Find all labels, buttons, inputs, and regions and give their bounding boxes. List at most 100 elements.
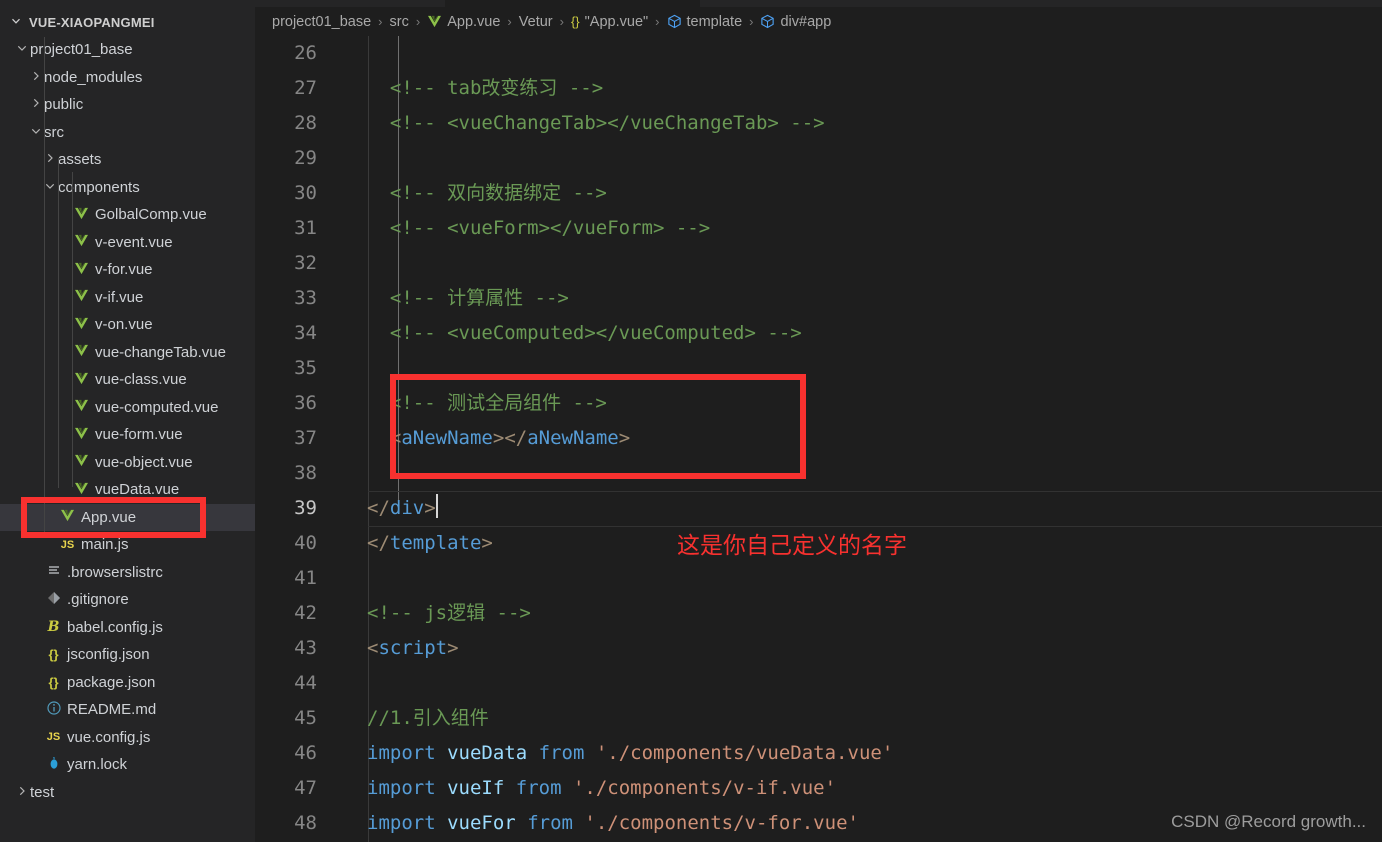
code-editor[interactable]: 26 27 <!-- tab改变练习 --> 28 <!-- <vueChangeT… [255, 36, 1382, 842]
chevron-down-icon [28, 125, 44, 140]
code-line: 37 <aNewName></aNewName> [255, 421, 1382, 456]
tree-item-public[interactable]: public [0, 91, 255, 119]
token-bracket: > [447, 637, 459, 659]
breadcrumb-item-template[interactable]: template [667, 14, 742, 30]
code-line: 30 <!-- 双向数据绑定 --> [255, 176, 1382, 211]
tree-item-label: babel.config.js [67, 618, 163, 636]
tree-item-project01-base[interactable]: project01_base [0, 36, 255, 64]
tree-item-vue-computed-vue[interactable]: vue-computed.vue [0, 394, 255, 422]
tree-item-vue-form-vue[interactable]: vue-form.vue [0, 421, 255, 449]
tree-item-label: yarn.lock [67, 756, 128, 774]
token-comment: <!-- <vueComputed></vueComputed> --> [389, 322, 802, 344]
token-comment: <!-- <vueChangeTab></vueChangeTab> --> [389, 112, 825, 134]
line-content: </div> [367, 491, 438, 526]
line-number: 48 [294, 812, 317, 834]
breadcrumb-item-label: project01_base [272, 13, 372, 30]
vue-icon [72, 427, 91, 443]
token-ident: vueFor [447, 812, 516, 834]
tree-item-label: v-if.vue [95, 288, 144, 306]
token-kw: from [538, 742, 585, 764]
breadcrumb-item-vetur[interactable]: Vetur [519, 14, 553, 30]
tree-item-package-json[interactable]: {} package.json [0, 669, 255, 697]
tab-app-vue[interactable] [445, 0, 700, 7]
code-line: 34 <!-- <vueComputed></vueComputed> --> [255, 316, 1382, 351]
json-icon: {} [48, 674, 59, 690]
tree-item-label: vueData.vue [95, 481, 180, 499]
tree-item-label: vue-object.vue [95, 453, 193, 471]
token-bracket: > [424, 497, 436, 519]
explorer-root-folder[interactable]: VUE-XIAOPANGMEI [0, 8, 255, 36]
breadcrumb-item-src[interactable]: src [390, 14, 409, 30]
tree-item-assets[interactable]: assets [0, 146, 255, 174]
explorer-sidebar: VUE-XIAOPANGMEI project01_base node_modul… [0, 0, 255, 842]
tree-item-label: main.js [81, 536, 129, 554]
tree-item-vue-changetab-vue[interactable]: vue-changeTab.vue [0, 339, 255, 367]
token-bracket: > [618, 427, 631, 449]
text-cursor [435, 494, 438, 518]
tree-item-label: vue-class.vue [95, 371, 187, 389]
tree-item-label: components [58, 178, 140, 196]
code-line: 46 import vueData from './components/vueD… [255, 736, 1382, 771]
vue-icon [72, 234, 91, 250]
line-number: 41 [294, 567, 317, 589]
token-bracket: </ [367, 497, 390, 519]
token-str: './components/vueData.vue' [595, 742, 894, 764]
code-line: 33 <!-- 计算属性 --> [255, 281, 1382, 316]
breadcrumb-item-div#app[interactable]: div#app [760, 14, 831, 30]
tree-item-vue-config-js[interactable]: JS vue.config.js [0, 724, 255, 752]
tree-item-browserslistrc[interactable]: .browserslistrc [0, 559, 255, 587]
tree-item-label: vue-changeTab.vue [95, 343, 226, 361]
tree-item-jsconfig-json[interactable]: {} jsconfig.json [0, 641, 255, 669]
token-tag: div [389, 497, 425, 519]
tree-item-v-event-vue[interactable]: v-event.vue [0, 229, 255, 257]
breadcrumb-separator: › [415, 14, 421, 29]
tree-item-gitignore[interactable]: .gitignore [0, 586, 255, 614]
line-content: <!-- <vueChangeTab></vueChangeTab> --> [367, 106, 825, 141]
tree-item-test[interactable]: test [0, 779, 255, 807]
line-number: 37 [294, 427, 317, 449]
tree-item-main-js[interactable]: JS main.js [0, 531, 255, 559]
breadcrumb-item-appvue[interactable]: App.vue [427, 14, 500, 30]
tree-item-golbalcomp-vue[interactable]: GolbalComp.vue [0, 201, 255, 229]
token-tag: aNewName [527, 427, 619, 449]
line-number: 39 [294, 497, 317, 519]
line-content: //1.引入组件 [367, 701, 489, 736]
tree-item-node-modules[interactable]: node_modules [0, 64, 255, 92]
tree-item-v-on-vue[interactable]: v-on.vue [0, 311, 255, 339]
breadcrumb-item-label: src [389, 13, 409, 30]
tree-item-components[interactable]: components [0, 174, 255, 202]
tree-item-vue-class-vue[interactable]: vue-class.vue [0, 366, 255, 394]
tree-item-v-if-vue[interactable]: v-if.vue [0, 284, 255, 312]
tree-item-label: test [30, 783, 55, 801]
line-number: 46 [294, 742, 317, 764]
breadcrumb-item-appvue[interactable]: {} "App.vue" [571, 14, 648, 30]
tree-item-vue-object-vue[interactable]: vue-object.vue [0, 449, 255, 477]
vue-icon [72, 344, 91, 360]
chevron-down-icon [10, 15, 22, 30]
line-content: <!-- 计算属性 --> [367, 281, 569, 316]
tree-item-babel-config-js[interactable]: Bbabel.config.js [0, 614, 255, 642]
breadcrumb-item-project01base[interactable]: project01_base [272, 14, 371, 30]
tree-item-readme-md[interactable]: README.md [0, 696, 255, 724]
token-comment: <!-- 测试全局组件 --> [389, 392, 607, 414]
tree-item-label: GolbalComp.vue [95, 206, 207, 224]
line-content: </template> [367, 526, 493, 561]
tree-item-v-for-vue[interactable]: v-for.vue [0, 256, 255, 284]
tree-item-vuedata-vue[interactable]: vueData.vue [0, 476, 255, 504]
chevron-right-icon [28, 97, 44, 112]
tree-item-yarn-lock[interactable]: yarn.lock [0, 751, 255, 779]
tree-item-src[interactable]: src [0, 119, 255, 147]
code-line: 41 [255, 561, 1382, 596]
vue-icon [72, 372, 91, 388]
code-line: 38 [255, 456, 1382, 491]
token-str: './components/v-if.vue' [572, 777, 837, 799]
line-number: 31 [294, 217, 317, 239]
symbol-struct-icon [667, 14, 682, 29]
token-tag: aNewName [401, 427, 493, 449]
tree-item-app-vue[interactable]: App.vue [0, 503, 255, 531]
symbol-struct-icon [760, 14, 775, 29]
